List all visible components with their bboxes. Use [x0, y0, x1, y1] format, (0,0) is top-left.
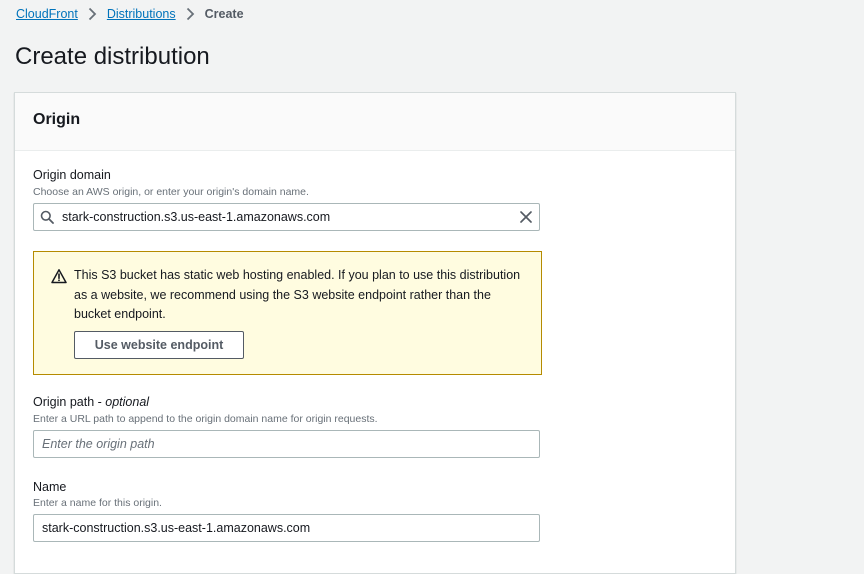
name-hint: Enter a name for this origin.	[33, 497, 162, 509]
search-icon	[40, 210, 54, 224]
origin-panel-header: Origin	[15, 93, 735, 151]
warning-message: This S3 bucket has static web hosting en…	[74, 268, 521, 321]
origin-panel: Origin Origin domain Choose an AWS origi…	[14, 92, 736, 574]
origin-domain-input[interactable]	[62, 204, 507, 230]
origin-path-hint: Enter a URL path to append to the origin…	[33, 413, 378, 425]
origin-domain-label: Origin domain	[33, 168, 111, 182]
chevron-right-icon	[78, 6, 107, 22]
origin-path-label-text: Origin path -	[33, 395, 102, 409]
origin-domain-hint: Choose an AWS origin, or enter your orig…	[33, 186, 309, 198]
chevron-right-icon	[176, 6, 205, 22]
origin-path-label: Origin path - optional	[33, 394, 149, 410]
warning-icon	[51, 268, 67, 284]
breadcrumb-cloudfront-link[interactable]: CloudFront	[16, 7, 78, 21]
origin-domain-field	[33, 203, 540, 231]
origin-path-input[interactable]	[42, 431, 532, 457]
origin-path-field	[33, 430, 540, 458]
page-title: Create distribution	[15, 43, 210, 70]
close-icon[interactable]	[519, 210, 533, 224]
breadcrumb-current: Create	[204, 7, 244, 21]
origin-panel-title: Origin	[33, 111, 81, 128]
static-hosting-warning: This S3 bucket has static web hosting en…	[33, 251, 542, 375]
use-website-endpoint-button[interactable]: Use website endpoint	[74, 331, 244, 359]
name-field	[33, 514, 540, 542]
name-label: Name	[33, 480, 67, 494]
name-input[interactable]	[42, 515, 532, 541]
optional-label: optional	[105, 395, 150, 409]
breadcrumb: CloudFront Distributions Create	[16, 6, 244, 22]
breadcrumb-distributions-link[interactable]: Distributions	[107, 7, 176, 21]
